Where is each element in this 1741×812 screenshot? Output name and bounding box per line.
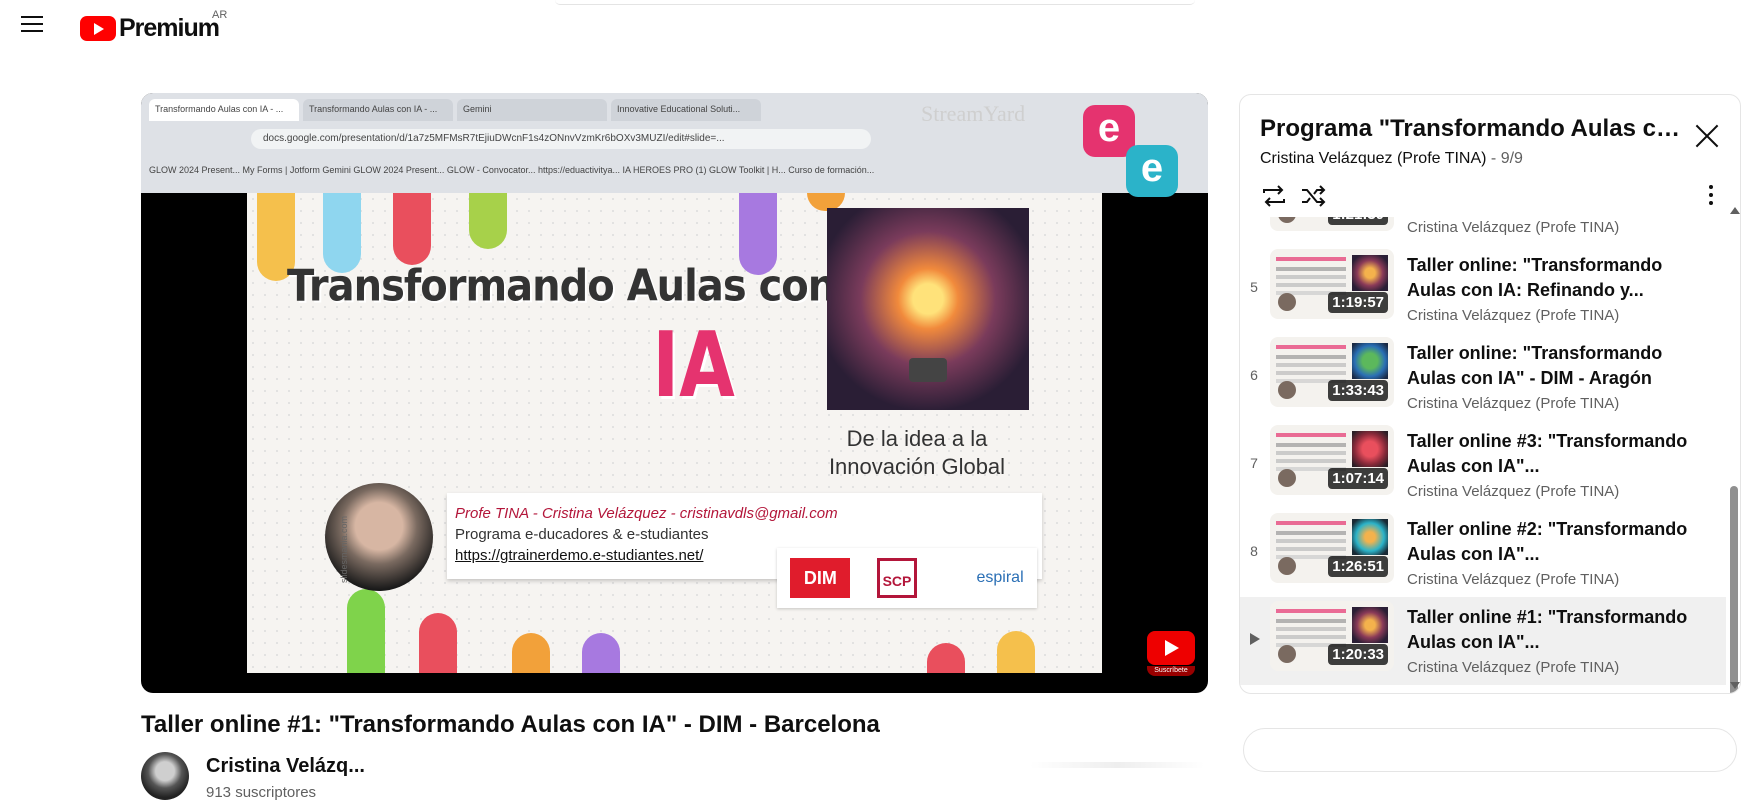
channel-avatar[interactable] [141,752,189,800]
item-title: Taller online #1: "Transformando Aulas c… [1407,607,1688,652]
recorded-tab: Transformando Aulas con IA - ... [303,99,453,121]
decor-strip [582,633,620,673]
partner-logos: DIM SCP espiral [777,548,1037,608]
playlist-item[interactable]: 1:21:30 Cristina Velázquez (Profe TINA) [1240,217,1726,245]
scroll-thumb[interactable] [1730,486,1738,693]
playlist-item[interactable]: 6 1:33:43 Taller online: "Transformando … [1240,333,1726,421]
subscribe-watermark-icon[interactable] [1147,631,1195,665]
action-buttons-placeholder [1030,762,1205,768]
close-icon[interactable] [1692,121,1722,151]
playlist-item[interactable]: 5 1:19:57 Taller online: "Transformando … [1240,245,1726,333]
shuffle-icon[interactable] [1298,181,1330,211]
presentation-slide: Transformando Aulas con IA De la idea a … [247,193,1102,673]
recorded-bookmarks: GLOW 2024 Present... My Forms | Jotform … [149,165,875,175]
item-thumbnail: 1:19:57 [1270,249,1394,319]
duration-badge: 1:21:30 [1328,217,1388,225]
slide-subtitle: De la idea a la Innovación Global [792,425,1042,481]
country-code: AR [212,9,228,21]
video-title: Taller online #1: "Transformando Aulas c… [141,711,880,738]
slide-subtitle-line: Innovación Global [828,454,1006,479]
youtube-play-icon [80,15,116,41]
item-thumbnail: 1:21:30 [1270,217,1394,231]
item-thumbnail: 1:20:33 [1270,601,1394,671]
recorded-tab: Innovative Educational Soluti... [611,99,761,121]
item-thumbnail: 1:07:14 [1270,425,1394,495]
item-channel: Cristina Velázquez (Profe TINA) [1407,219,1620,236]
recorded-tabs: Transformando Aulas con IA - ... Transfo… [149,99,761,123]
loop-icon[interactable] [1258,181,1290,211]
decor-strip [419,613,457,673]
channel-name[interactable]: Cristina Velázq... [206,755,365,778]
recorded-address-bar: docs.google.com/presentation/d/1a7z5MFMs… [251,129,871,149]
slide-title-ia: IA [652,313,735,418]
lightbulb-image [827,208,1029,410]
scp-logo: SCP [876,558,917,598]
decor-strip [469,193,507,249]
logo-text: Premium [119,13,220,42]
item-channel: Cristina Velázquez (Profe TINA) [1407,483,1620,500]
playlist-owner[interactable]: Cristina Velázquez (Profe TINA) [1260,150,1486,167]
duration-badge: 1:07:14 [1328,468,1388,489]
search-bar-edge[interactable] [555,0,1195,5]
duration-badge: 1:20:33 [1328,644,1388,665]
item-channel: Cristina Velázquez (Profe TINA) [1407,659,1620,676]
now-playing-icon [1250,633,1260,645]
decor-strip [393,193,431,265]
item-channel: Cristina Velázquez (Profe TINA) [1407,307,1620,324]
item-index: 8 [1250,543,1258,559]
playlist-meta: Cristina Velázquez (Profe TINA) - 9/9 [1260,150,1523,168]
item-title: Taller online #3: "Transformando Aulas c… [1407,431,1688,476]
dim-logo: DIM [790,558,851,598]
contact-line: Profe TINA - Cristina Velázquez - cristi… [455,505,838,522]
subscribe-watermark-label[interactable]: Suscríbete [1147,666,1195,676]
recorded-tab: Gemini [457,99,607,121]
item-channel: Cristina Velázquez (Profe TINA) [1407,395,1620,412]
chat-box-edge[interactable] [1243,728,1737,772]
espiral-logo: espiral [976,569,1024,586]
subscriber-count: 913 suscriptores [206,784,317,801]
playlist-position: - 9/9 [1486,150,1523,167]
playlist-items: 1:21:30 Cristina Velázquez (Profe TINA) … [1240,217,1726,693]
item-index: 5 [1250,279,1258,295]
item-index: 6 [1250,367,1258,383]
streamyard-watermark: StreamYard [921,101,1026,126]
playlist-scrollbar[interactable] [1728,203,1740,693]
item-title: Taller online: "Transformando Aulas con … [1407,255,1663,300]
recorded-tab: Transformando Aulas con IA - ... [149,99,299,121]
slide-subtitle-line: De la idea a la [846,426,988,451]
decor-strip [997,631,1035,673]
video-player[interactable]: Transformando Aulas con IA - ... Transfo… [141,93,1208,693]
scroll-down-icon[interactable] [1730,682,1740,689]
duration-badge: 1:26:51 [1328,556,1388,577]
duration-badge: 1:33:43 [1328,380,1388,401]
item-title: Taller online: "Transformando Aulas con … [1407,343,1663,388]
decor-strip [927,643,965,673]
item-channel: Cristina Velázquez (Profe TINA) [1407,571,1620,588]
item-index: 7 [1250,455,1258,471]
slide-credit: slidesmania.com [339,515,349,583]
recorded-browser-bar: Transformando Aulas con IA - ... Transfo… [141,93,1208,197]
e-logo-cyan: e [1126,145,1178,197]
duration-badge: 1:19:57 [1328,292,1388,313]
menu-icon[interactable] [21,15,43,33]
item-thumbnail: 1:26:51 [1270,513,1394,583]
playlist-item[interactable]: 8 1:26:51 Taller online #2: "Transforman… [1240,509,1726,597]
contact-line: Programa e-ducadores & e-studiantes [455,526,709,543]
youtube-premium-logo[interactable]: Premium [80,13,220,42]
slide-title: Transformando Aulas con [287,260,836,312]
decor-strip [512,633,550,673]
decor-strip [347,589,385,673]
item-thumbnail: 1:33:43 [1270,337,1394,407]
more-options-icon[interactable] [1706,183,1716,207]
scroll-up-icon[interactable] [1730,207,1740,214]
playlist-title[interactable]: Programa "Transformando Aulas con... [1260,115,1680,143]
playlist-panel: Programa "Transformando Aulas con... Cri… [1239,94,1741,694]
playlist-item-current[interactable]: 1:20:33 Taller online #1: "Transformando… [1240,597,1726,685]
item-title: Taller online #2: "Transformando Aulas c… [1407,519,1688,564]
playlist-item[interactable]: 7 1:07:14 Taller online #3: "Transforman… [1240,421,1726,509]
